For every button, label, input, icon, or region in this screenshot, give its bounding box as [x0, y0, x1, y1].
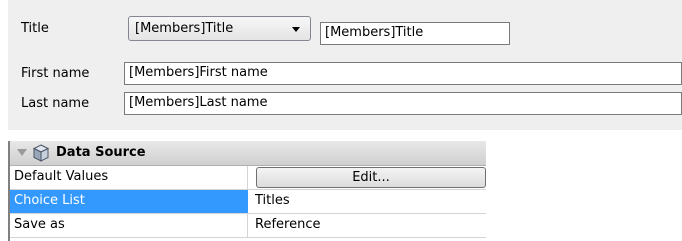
property-label: Choice List: [10, 190, 248, 213]
first-name-field[interactable]: [Members]First name: [124, 62, 682, 85]
property-row-save-as[interactable]: Save as Reference: [10, 214, 486, 238]
property-label: Save as: [10, 214, 248, 237]
property-row-choice-list[interactable]: Choice List Titles: [10, 190, 486, 214]
title-field[interactable]: [Members]Title: [320, 22, 510, 45]
first-name-label: First name: [21, 66, 90, 81]
last-name-field[interactable]: [Members]Last name: [124, 92, 682, 115]
title-label: Title: [21, 21, 49, 36]
property-value[interactable]: Titles: [255, 193, 290, 208]
form-panel: Title [Members]Title [Members]Title Firs…: [8, 0, 682, 130]
title-dropdown[interactable]: [Members]Title: [128, 16, 311, 41]
database-cube-icon: [32, 144, 50, 162]
title-dropdown-value: [Members]Title: [135, 21, 234, 36]
edit-button[interactable]: Edit...: [256, 167, 486, 188]
property-value[interactable]: Reference: [255, 217, 320, 232]
property-row-default-values[interactable]: Default Values Edit...: [10, 166, 486, 190]
data-source-section-header[interactable]: Data Source: [10, 141, 486, 166]
collapse-triangle-icon[interactable]: [17, 149, 27, 156]
last-name-label: Last name: [21, 96, 90, 111]
section-title: Data Source: [56, 145, 146, 160]
chevron-down-icon[interactable]: [292, 27, 300, 32]
property-list: Data Source Default Values Edit... Choic…: [8, 141, 486, 241]
property-label: Default Values: [10, 166, 248, 189]
